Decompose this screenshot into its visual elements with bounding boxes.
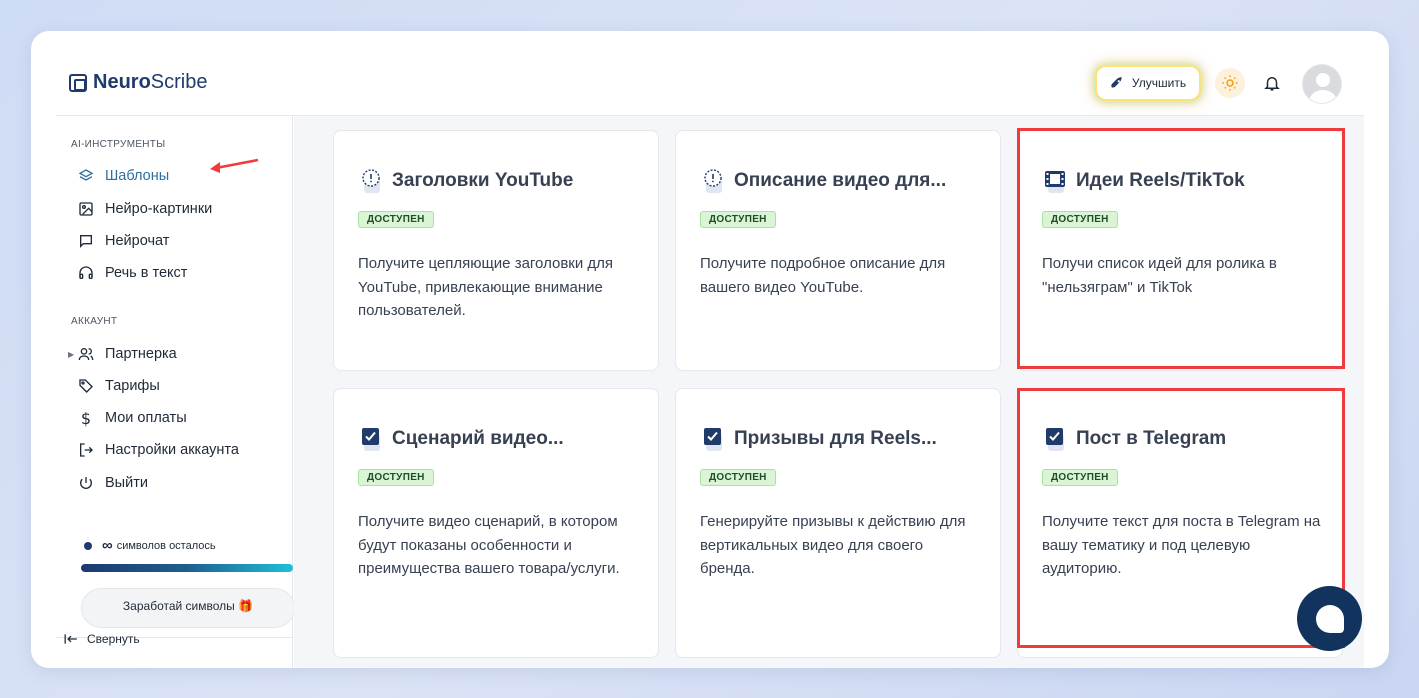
alert-clock-icon (362, 169, 380, 193)
chat-icon (78, 233, 94, 249)
app-window: NeuroScribe Улучшить AI-ИНСТРУМЕНТЫ Шабл… (31, 31, 1389, 668)
collapse-label: Свернуть (87, 632, 140, 646)
status-badge: ДОСТУПЕН (358, 211, 434, 228)
sidebar-item-partners[interactable]: Партнерка (78, 346, 177, 362)
sidebar-item-templates[interactable]: Шаблоны (78, 168, 169, 184)
logout-arrow-icon (78, 442, 94, 458)
card-description: Генерируйте призывы к действию для верти… (700, 513, 966, 577)
bell-icon (1264, 77, 1280, 91)
template-card[interactable]: Заголовки YouTube ДОСТУПЕН Получите цепл… (333, 130, 659, 371)
card-description: Получите видео сценарий, в котором будут… (358, 513, 620, 577)
collapse-arrow-icon (64, 634, 77, 644)
sidebar-item-label: Шаблоны (105, 168, 170, 184)
template-card[interactable]: Сценарий видео... ДОСТУПЕН Получите виде… (333, 388, 659, 658)
sidebar-item-label: Тарифы (105, 378, 160, 394)
section-account: АККАУНТ (71, 316, 118, 327)
checkbox-icon (704, 428, 722, 451)
users-icon (78, 346, 94, 362)
sun-icon (1222, 75, 1238, 91)
alert-clock-icon (704, 169, 722, 193)
status-badge: ДОСТУПЕН (700, 469, 776, 486)
headphones-icon (78, 265, 94, 281)
upgrade-button[interactable]: Улучшить (1097, 67, 1199, 99)
status-badge: ДОСТУПЕН (700, 211, 776, 228)
sidebar-item-neurochat[interactable]: Нейрочат (78, 233, 169, 249)
power-icon (78, 475, 94, 491)
card-title: Сценарий видео... (392, 428, 564, 449)
section-ai-tools: AI-ИНСТРУМЕНТЫ (71, 139, 166, 150)
symbols-progress-bar (81, 564, 293, 572)
expand-caret-icon[interactable]: ▶ (68, 350, 74, 359)
card-title: Описание видео для... (734, 170, 947, 191)
symbols-label: символов осталось (116, 539, 216, 552)
layers-icon (78, 168, 94, 184)
support-chat-button[interactable] (1297, 586, 1362, 651)
card-title: Призывы для Reels... (734, 428, 937, 449)
earn-symbols-button[interactable]: Заработай символы 🎁 (81, 588, 295, 628)
checkbox-icon (362, 428, 380, 451)
sidebar-item-label: Нейрочат (105, 233, 170, 249)
sidebar-item-speech-to-text[interactable]: Речь в текст (78, 265, 187, 281)
symbols-remaining: ∞ символов осталось (84, 537, 216, 554)
sidebar-item-tariffs[interactable]: Тарифы (78, 378, 160, 394)
dollar-icon: $ (80, 408, 92, 428)
template-card[interactable]: Описание видео для... ДОСТУПЕН Получите … (675, 130, 1001, 371)
annotation-arrow (210, 158, 259, 173)
status-dot (84, 541, 92, 550)
sidebar-item-neuro-images[interactable]: Нейро-картинки (78, 201, 212, 217)
collapse-button[interactable]: Свернуть (64, 632, 140, 646)
template-card[interactable]: Призывы для Reels... ДОСТУПЕН Генерируйт… (675, 388, 1001, 658)
notifications-button[interactable] (1261, 71, 1283, 95)
card-description: Получите цепляющие заголовки для YouTube… (358, 255, 614, 319)
sidebar-item-payments[interactable]: $ Мои оплаты (78, 408, 187, 428)
sidebar-item-label: Партнерка (105, 346, 177, 362)
theme-toggle-button[interactable] (1215, 68, 1245, 98)
sidebar-item-label: Мои оплаты (105, 410, 187, 426)
rocket-icon (1111, 77, 1122, 88)
upgrade-label: Улучшить (1131, 76, 1187, 90)
symbols-value: ∞ (102, 537, 113, 554)
sidebar-item-label: Нейро-картинки (105, 201, 213, 217)
sidebar-item-logout[interactable]: Выйти (78, 475, 148, 491)
sidebar-item-label: Выйти (105, 475, 148, 491)
status-badge: ДОСТУПЕН (358, 469, 434, 486)
logo[interactable]: NeuroScribe (69, 71, 208, 94)
highlight-box (1017, 128, 1345, 369)
sidebar-item-label: Настройки аккаунта (105, 442, 239, 458)
avatar[interactable] (1302, 64, 1342, 104)
card-description: Получите подробное описание для вашего в… (700, 255, 946, 296)
logo-icon (69, 73, 87, 92)
image-icon (78, 201, 94, 217)
sidebar-item-label: Речь в текст (105, 265, 188, 281)
sidebar: AI-ИНСТРУМЕНТЫ Шаблоны Нейро-картинки Не… (56, 116, 295, 668)
card-title: Заголовки YouTube (392, 170, 574, 191)
highlight-box (1017, 388, 1345, 648)
tag-icon (78, 378, 94, 394)
sidebar-item-account-settings[interactable]: Настройки аккаунта (78, 442, 239, 458)
logo-text: NeuroScribe (93, 71, 208, 93)
